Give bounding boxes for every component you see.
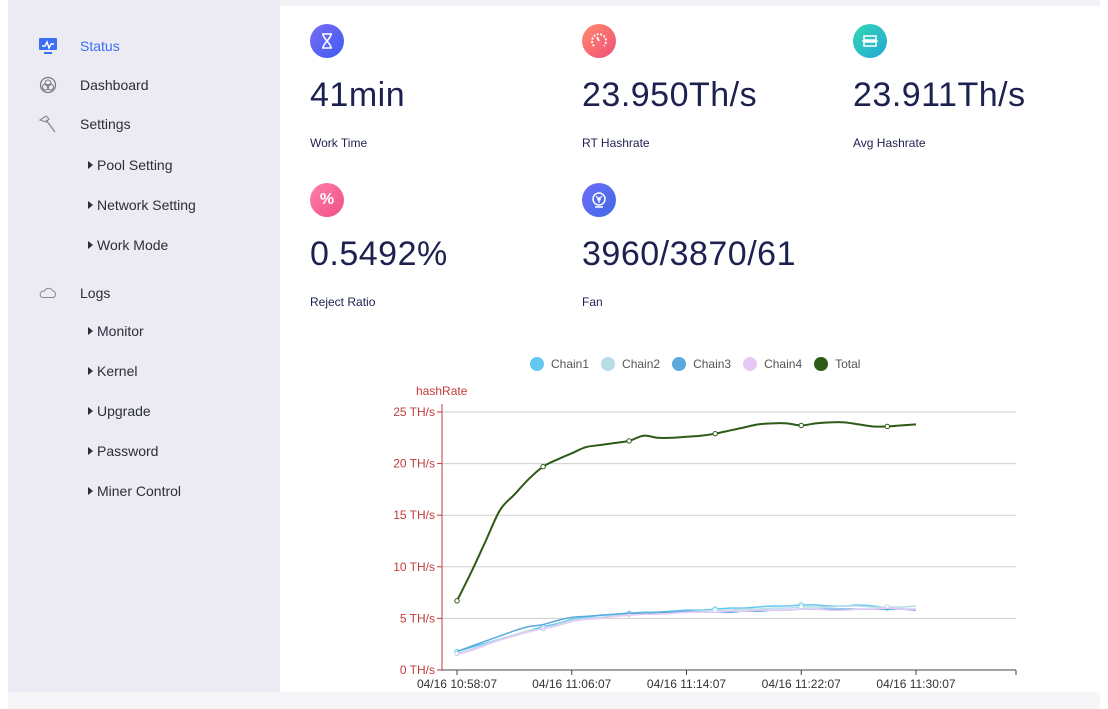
y-tick-label: 0 TH/s: [400, 663, 435, 677]
series-line-total: [456, 421, 917, 602]
stat-avg-hashrate: 23.911Th/s Avg Hashrate: [853, 24, 1108, 164]
sidebar-item-dashboard[interactable]: Dashboard: [8, 71, 280, 99]
sidebar-subitem-kernel[interactable]: Kernel: [88, 363, 137, 379]
sidebar-subitem-work-mode[interactable]: Work Mode: [88, 237, 168, 253]
fan-icon: [582, 183, 616, 217]
series-line-chain2: [456, 605, 917, 655]
stat-value: 23.911Th/s: [853, 76, 1026, 114]
chart-plot: hashRate 0 TH/s 5 TH/s 10 TH/s 15 TH/s 20 TH/…: [393, 384, 1017, 691]
stat-value: 41min: [310, 76, 406, 114]
y-tick-label: 20 TH/s: [393, 457, 435, 471]
data-point: [712, 430, 718, 437]
percent-icon: %: [310, 183, 344, 217]
data-point: [540, 463, 546, 470]
top-strip: [280, 0, 1100, 6]
sidebar-subitem-miner-control[interactable]: Miner Control: [88, 483, 181, 499]
dashboard-icon: [38, 75, 58, 95]
sidebar: Status Dashboard Settings Pool Setting N…: [8, 0, 280, 709]
stat-label: Reject Ratio: [310, 295, 376, 309]
x-tick-label: 04/16 11:30:07: [876, 677, 956, 691]
sidebar-subitem-monitor[interactable]: Monitor: [88, 323, 144, 339]
sidebar-subitem-password[interactable]: Password: [88, 443, 158, 459]
stat-reject-ratio: % 0.5492% Reject Ratio: [310, 183, 570, 323]
stat-work-time: 41min Work Time: [310, 24, 570, 164]
x-tick-label: 04/16 11:22:07: [762, 677, 842, 691]
x-tick-label: 04/16 11:14:07: [647, 677, 727, 691]
hourglass-icon: [310, 24, 344, 58]
speedometer-icon: [582, 24, 616, 58]
stat-label: RT Hashrate: [582, 136, 650, 150]
y-axis-label: hashRate: [416, 384, 468, 398]
stat-value: 0.5492%: [310, 235, 448, 273]
sidebar-item-label: Logs: [80, 285, 111, 301]
y-tick-label: 15 TH/s: [393, 508, 435, 522]
sidebar-subitem-pool-setting[interactable]: Pool Setting: [88, 157, 173, 173]
monitor-icon: [38, 36, 58, 56]
y-tick-label: 5 TH/s: [400, 611, 435, 625]
x-tick-label: 04/16 10:58:07: [417, 677, 497, 691]
data-point: [798, 422, 804, 429]
hammer-icon: [38, 114, 58, 134]
sidebar-item-settings[interactable]: Settings: [8, 110, 280, 138]
sidebar-item-label: Dashboard: [80, 77, 149, 93]
stat-rt-hashrate: 23.950Th/s RT Hashrate: [582, 24, 842, 164]
sidebar-item-logs[interactable]: Logs: [8, 279, 280, 307]
hashrate-chart: Chain1 Chain2 Chain3 Chain4 Total hashRate 0 …: [340, 345, 1060, 695]
data-point: [454, 598, 460, 604]
sidebar-subitem-upgrade[interactable]: Upgrade: [88, 403, 151, 419]
stat-value: 23.950Th/s: [582, 76, 758, 114]
sidebar-subitem-network-setting[interactable]: Network Setting: [88, 197, 196, 213]
sidebar-item-label: Status: [80, 38, 120, 54]
y-tick-label: 10 TH/s: [393, 560, 435, 574]
stat-label: Work Time: [310, 136, 368, 150]
sidebar-item-label: Settings: [80, 116, 131, 132]
stat-fan: 3960/3870/61 Fan: [582, 183, 842, 323]
x-tick-label: 04/16 11:06:07: [532, 677, 612, 691]
stat-value: 3960/3870/61: [582, 235, 796, 273]
stat-label: Avg Hashrate: [853, 136, 926, 150]
series-line-chain3: [456, 608, 917, 653]
data-point: [626, 438, 632, 444]
chip-icon: [853, 24, 887, 58]
cloud-icon: [38, 283, 58, 303]
stat-label: Fan: [582, 295, 603, 309]
sidebar-item-status[interactable]: Status: [8, 32, 280, 60]
data-point: [884, 423, 891, 430]
y-tick-label: 25 TH/s: [393, 405, 435, 419]
